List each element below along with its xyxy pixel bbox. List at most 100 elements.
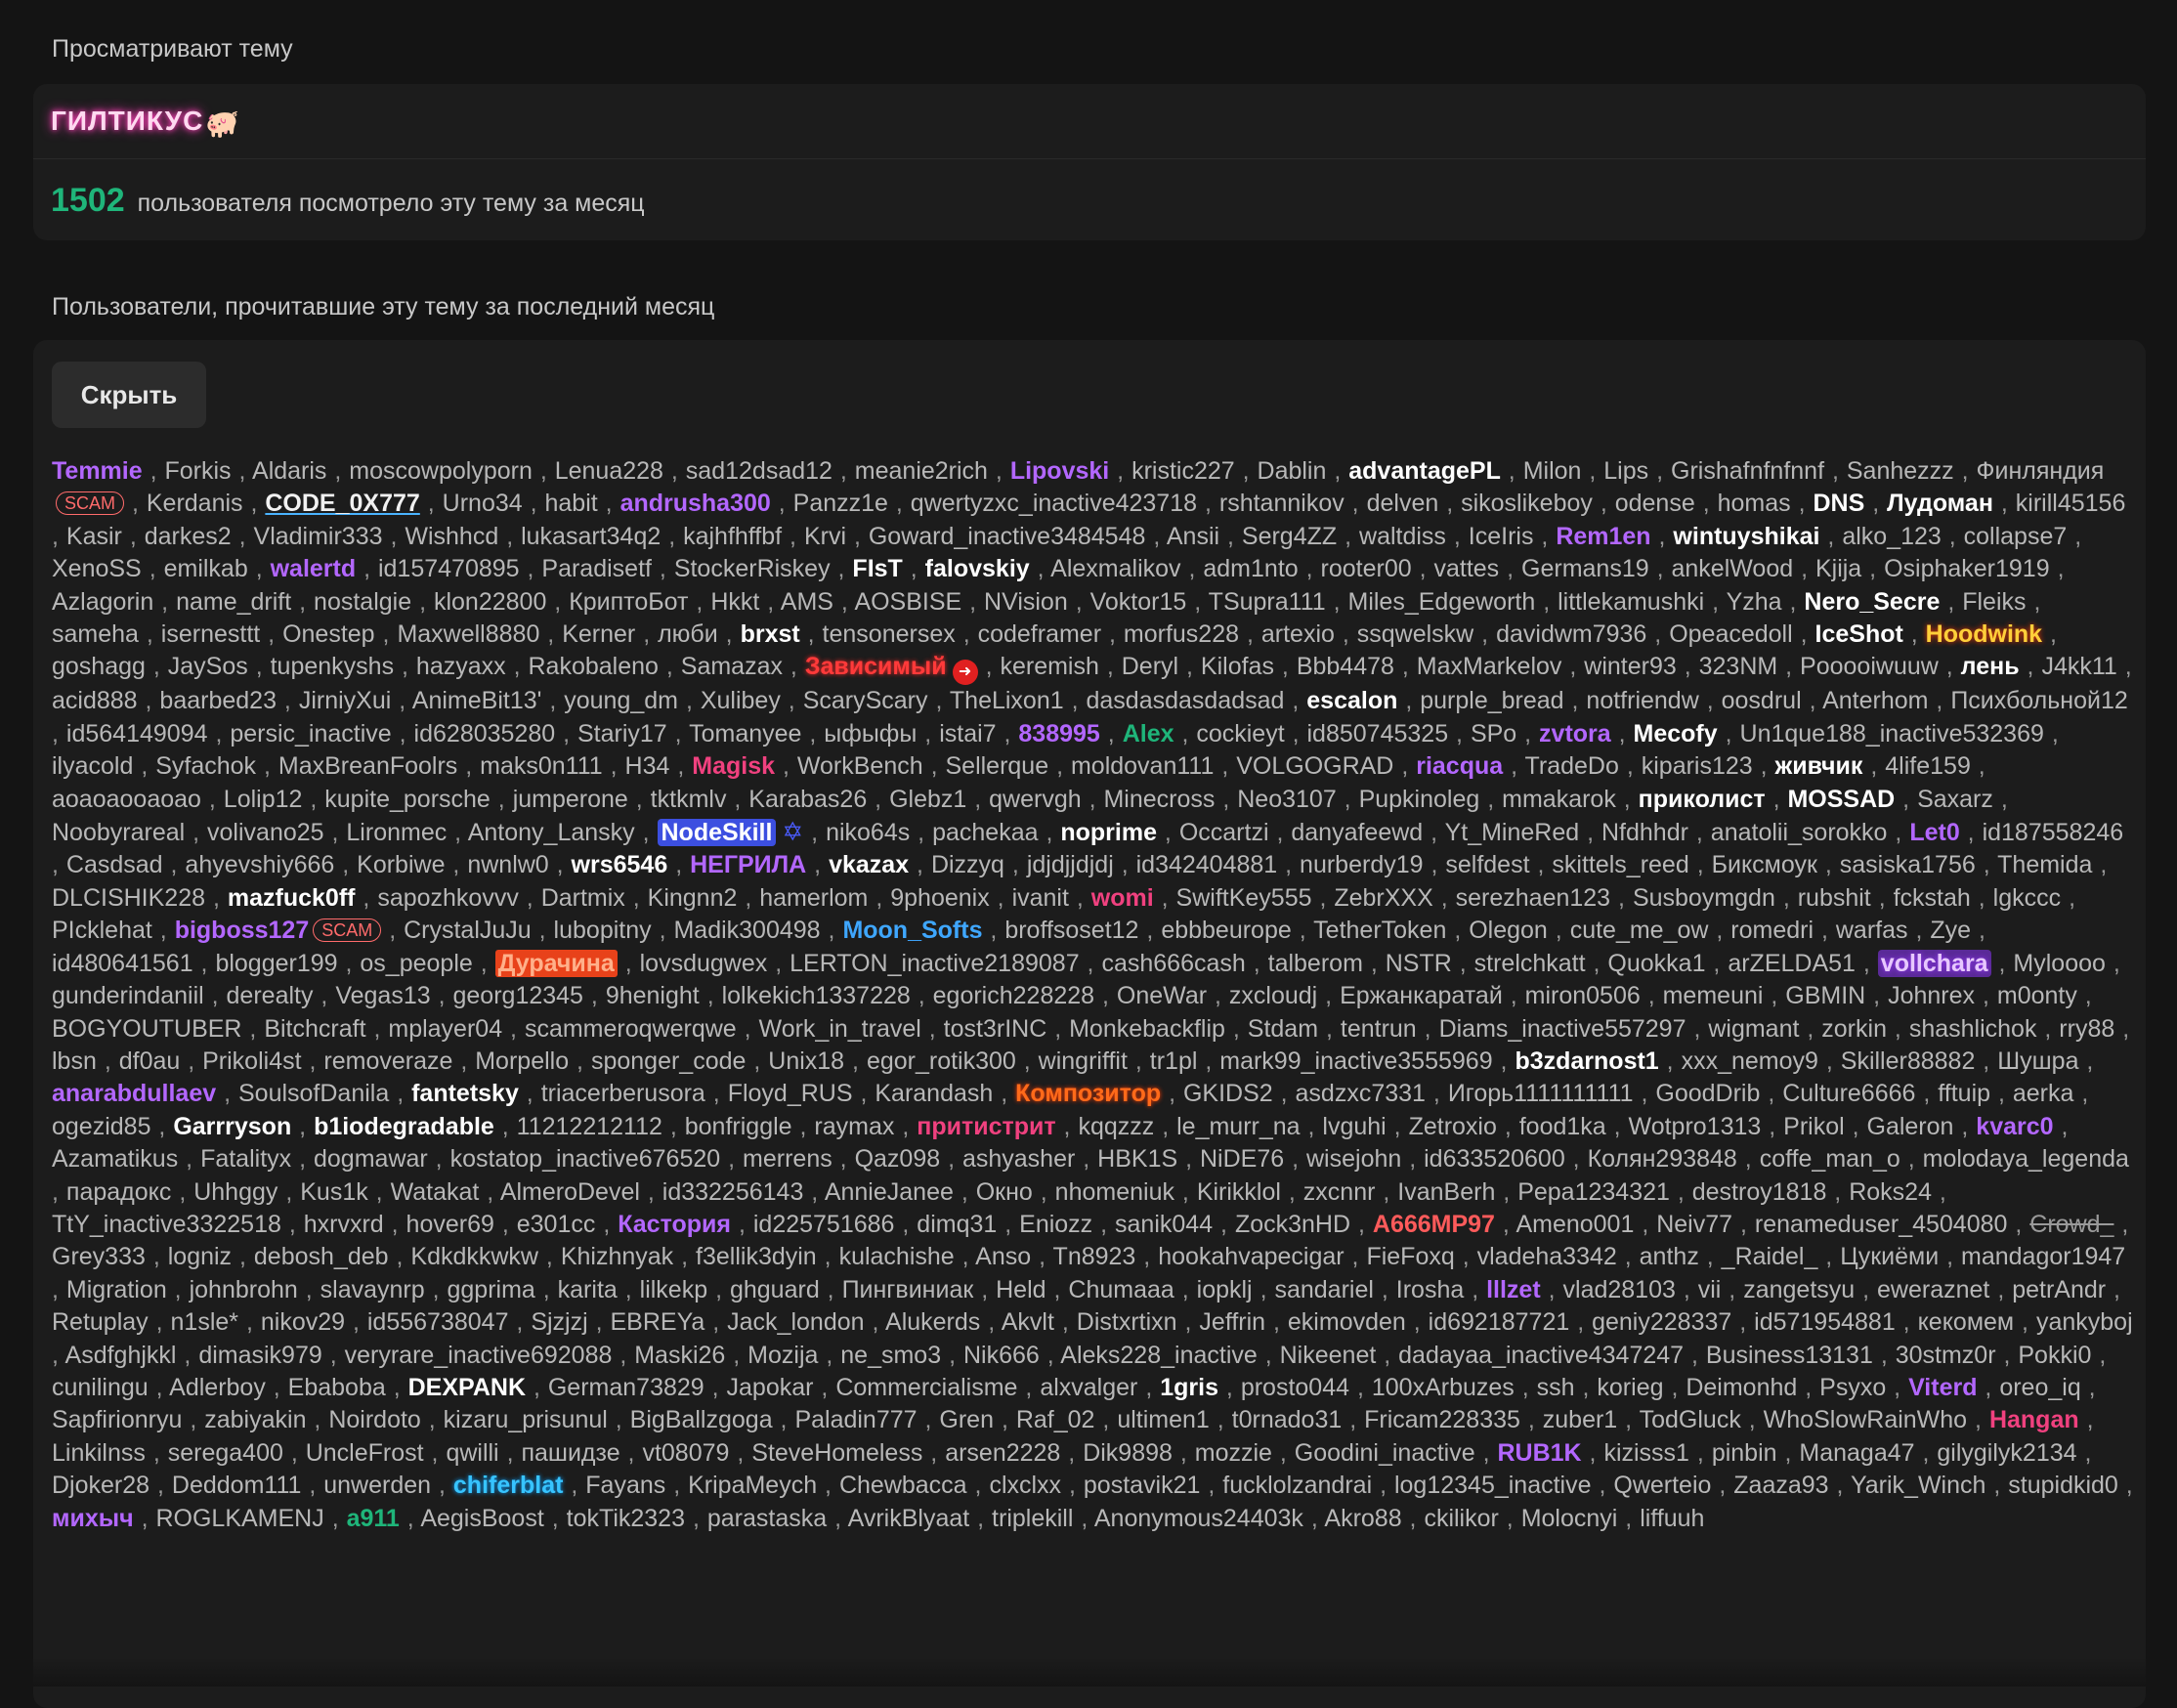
user-link[interactable]: 30stmz0r [1896,1342,1996,1369]
user-link[interactable]: qwilli [446,1439,498,1467]
user-link[interactable]: Nik666 [963,1342,1040,1369]
user-link[interactable]: Chumaaa [1068,1276,1174,1303]
user-link[interactable]: Asdfghjkkl [65,1342,177,1369]
user-link[interactable]: derealty [227,982,314,1009]
user-link[interactable]: morfus228 [1124,620,1239,648]
user-link[interactable]: NSTR [1386,950,1452,977]
user-link[interactable]: sikoslikeboy [1461,490,1593,517]
user-link[interactable]: Кастория [618,1211,731,1238]
user-link[interactable]: stupidkid0 [2008,1472,2118,1499]
user-link[interactable]: lilkekp [640,1276,707,1303]
user-link[interactable]: Lironmec [346,819,447,846]
user-link[interactable]: Gren [939,1406,994,1433]
user-link[interactable]: young_dm [564,687,678,714]
user-link[interactable]: Quokka1 [1607,950,1705,977]
user-link[interactable]: lukasart34q2 [521,523,661,550]
user-link[interactable]: Ержанкаратай [1340,982,1503,1009]
user-link[interactable]: BOGYOUTUBER [52,1015,241,1043]
user-link[interactable]: Casdsad [66,851,163,878]
user-link[interactable]: Vladimir333 [254,523,383,550]
user-link[interactable]: WorkBench [797,752,923,780]
user-link[interactable]: A666MP97 [1373,1211,1495,1238]
user-link[interactable]: log12345_inactive [1394,1472,1592,1499]
user-link[interactable]: serega400 [168,1439,283,1467]
user-link[interactable]: Uhhggy [193,1178,277,1206]
user-link[interactable]: womi [1091,884,1154,912]
user-link[interactable]: Antony_Lansky [468,819,635,846]
user-link[interactable]: Rem1en [1556,523,1650,550]
user-link[interactable]: Fleiks [1962,588,2026,616]
user-link[interactable]: Paladin777 [794,1406,917,1433]
user-link[interactable]: Pokki0 [2018,1342,2091,1369]
user-link[interactable]: b1iodegradable [314,1113,494,1140]
user-link[interactable]: Onestep [282,620,375,648]
user-link[interactable]: iopklj [1197,1276,1253,1303]
user-link[interactable]: tentrun [1341,1015,1417,1043]
user-link[interactable]: Fricam228335 [1364,1406,1520,1433]
user-link[interactable]: dimasik979 [198,1342,321,1369]
user-link[interactable]: Krvi [804,523,846,550]
user-link[interactable]: StockerRiskey [674,555,831,582]
user-link[interactable]: Let0 [1909,819,1959,846]
user-link[interactable]: zabiyakin [204,1406,306,1433]
user-link[interactable]: removeraze [323,1047,452,1075]
user-link[interactable]: id692187721 [1429,1308,1570,1336]
user-link[interactable]: Lenua228 [555,457,663,485]
user-link[interactable]: Psyxo [1819,1374,1886,1401]
user-link[interactable]: clxclxx [989,1472,1061,1499]
user-link[interactable]: лень [1961,653,2020,680]
user-link[interactable]: Neo3107 [1237,786,1336,813]
user-link[interactable]: blogger199 [215,950,337,977]
user-link[interactable]: bigboss127 [175,917,310,944]
user-link[interactable]: georg12345 [453,982,583,1009]
user-link[interactable]: rry88 [2059,1015,2114,1043]
user-link[interactable]: Migration [66,1276,167,1303]
user-link[interactable]: chiferblat [453,1472,564,1499]
user-link[interactable]: Azlagorin [52,588,153,616]
user-link[interactable]: kiparis123 [1642,752,1753,780]
user-link[interactable]: tr1pl [1150,1047,1198,1075]
user-link[interactable]: парадокс [66,1178,171,1206]
user-link[interactable]: selfdest [1445,851,1529,878]
user-link[interactable]: SwiftKey555 [1176,884,1312,912]
user-link[interactable]: ankelWood [1672,555,1794,582]
user-link[interactable]: Urno34 [443,490,523,517]
user-link[interactable]: Business13131 [1706,1342,1873,1369]
user-link[interactable]: приколист [1639,786,1766,813]
user-link[interactable]: Susboymgdn [1633,884,1775,912]
user-link[interactable]: VOLGOGRAD [1236,752,1393,780]
user-link[interactable]: tost3rINC [944,1015,1047,1043]
user-link[interactable]: IceShot [1815,620,1903,648]
user-link[interactable]: Колян293848 [1588,1145,1737,1173]
user-link[interactable]: кекомем [1918,1308,2015,1336]
user-link[interactable]: UncleFrost [306,1439,424,1467]
user-link[interactable]: skittels_reed [1552,851,1688,878]
user-link[interactable]: fckstah [1894,884,1971,912]
user-link[interactable]: persic_inactive [230,720,391,747]
user-link[interactable]: Kilofas [1201,653,1274,680]
user-link[interactable]: anatolii_sorokko [1711,819,1888,846]
user-link[interactable]: Yarik_Winch [1851,1472,1985,1499]
user-link[interactable]: b3zdarnost1 [1515,1047,1658,1075]
user-link[interactable]: notfriendw [1586,687,1698,714]
user-link[interactable]: fftuip [1938,1080,1990,1107]
user-link[interactable]: hamerlom [759,884,868,912]
user-link[interactable]: kupite_porsche [324,786,491,813]
user-link[interactable]: Samazax [681,653,783,680]
user-link[interactable]: id556738047 [367,1308,509,1336]
user-link[interactable]: zangetsyu [1743,1276,1855,1303]
user-link[interactable]: ssh [1537,1374,1575,1401]
user-link[interactable]: moscowpolyporn [349,457,533,485]
user-link[interactable]: talberom [1268,950,1363,977]
user-link[interactable]: Финляндия [1977,457,2105,485]
user-link[interactable]: Japokar [727,1374,814,1401]
user-link[interactable]: Окно [976,1178,1033,1206]
user-link[interactable]: renameduser_4504080 [1755,1211,2008,1238]
user-link[interactable]: merrens [743,1145,832,1173]
user-link[interactable]: Themida [1997,851,2092,878]
user-link[interactable]: MaxMarkelov [1417,653,1562,680]
user-link[interactable]: NodeSkill [657,819,777,847]
user-link[interactable]: ultimen1 [1117,1406,1210,1433]
user-link[interactable]: 4life159 [1885,752,1971,780]
user-link[interactable]: postavik21 [1084,1472,1201,1499]
